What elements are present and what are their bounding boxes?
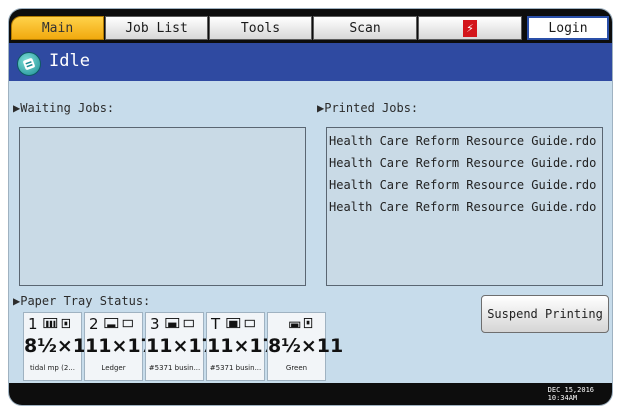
waiting-jobs-label: ▶Waiting Jobs: xyxy=(13,101,115,115)
tab-bar: Main Job List Tools Scan ⚡ Login xyxy=(9,9,612,43)
tray-paper-size: 11×17 xyxy=(85,335,154,357)
tab-fiery[interactable]: ⚡ xyxy=(418,16,522,40)
tray-paper-type: Ledger xyxy=(101,364,126,372)
paper-tray-1[interactable]: 1 8½×11 tidal mp (2... xyxy=(23,312,100,381)
bypass-tray-icon xyxy=(289,318,313,329)
paper-tray-t[interactable]: T 11×17 #5371 busin... xyxy=(206,312,276,381)
idle-status-icon xyxy=(17,52,41,76)
tab-scan-label: Scan xyxy=(349,20,381,36)
paper-tray-status-label: ▶Paper Tray Status: xyxy=(13,294,151,308)
tab-main-label: Main xyxy=(41,20,74,36)
tray-paper-type: Green xyxy=(285,364,308,372)
tray-paper-size: 8½×11 xyxy=(268,335,344,357)
suspend-printing-button[interactable]: Suspend Printing xyxy=(481,295,609,333)
tab-tools-label: Tools xyxy=(240,20,281,36)
paper-tray-2[interactable]: 2 11×17 Ledger xyxy=(84,312,154,381)
tray-paper-size: 8½×11 xyxy=(24,335,100,357)
date-time: DEC 15,2016 10:34AM xyxy=(548,386,594,402)
printed-job-item[interactable]: Health Care Reform Resource Guide.rdo xyxy=(329,134,596,148)
tray-number: T xyxy=(211,315,221,333)
tab-job-list-label: Job List xyxy=(125,20,188,36)
printed-jobs-list[interactable]: Health Care Reform Resource Guide.rdo He… xyxy=(326,127,603,286)
status-bar: Idle xyxy=(9,43,612,81)
paper-level-icon xyxy=(165,318,194,329)
login-button[interactable]: Login xyxy=(527,16,609,40)
tray-paper-type: tidal mp (2... xyxy=(30,364,75,372)
tab-job-list[interactable]: Job List xyxy=(105,16,208,40)
time-text: 10:34AM xyxy=(547,394,578,402)
tab-scan[interactable]: Scan xyxy=(313,16,417,40)
paper-level-icon xyxy=(43,318,70,329)
tray-paper-type: #5371 busin... xyxy=(209,364,262,372)
tray-paper-size: 11×17 xyxy=(207,335,276,357)
paper-level-icon xyxy=(104,318,133,329)
tray-number: 1 xyxy=(28,315,38,333)
bottom-status-bar: DEC 15,2016 10:34AM xyxy=(9,383,612,405)
tab-tools[interactable]: Tools xyxy=(209,16,312,40)
suspend-printing-label: Suspend Printing xyxy=(487,307,603,321)
fiery-logo-icon: ⚡ xyxy=(463,19,477,37)
tray-number: 3 xyxy=(150,315,160,333)
paper-tray-bypass[interactable]: 8½×11 Green xyxy=(267,312,344,381)
waiting-jobs-list[interactable] xyxy=(19,127,306,286)
status-text: Idle xyxy=(49,51,90,71)
printed-job-item[interactable]: Health Care Reform Resource Guide.rdo xyxy=(329,200,596,214)
login-label: Login xyxy=(548,20,588,36)
printed-job-item[interactable]: Health Care Reform Resource Guide.rdo xyxy=(329,178,596,192)
tray-number: 2 xyxy=(89,315,99,333)
paper-level-icon xyxy=(226,318,255,329)
date-text: DEC 15,2016 xyxy=(547,386,594,394)
tab-main[interactable]: Main xyxy=(11,16,104,40)
printed-jobs-label: ▶Printed Jobs: xyxy=(317,101,419,115)
printer-control-panel: Main Job List Tools Scan ⚡ Login Idle ▶W… xyxy=(8,8,613,406)
tray-paper-type: #5371 busin... xyxy=(148,364,201,372)
paper-tray-3[interactable]: 3 11×17 #5371 busin... xyxy=(145,312,215,381)
printed-job-item[interactable]: Health Care Reform Resource Guide.rdo xyxy=(329,156,596,170)
tray-paper-size: 11×17 xyxy=(146,335,215,357)
